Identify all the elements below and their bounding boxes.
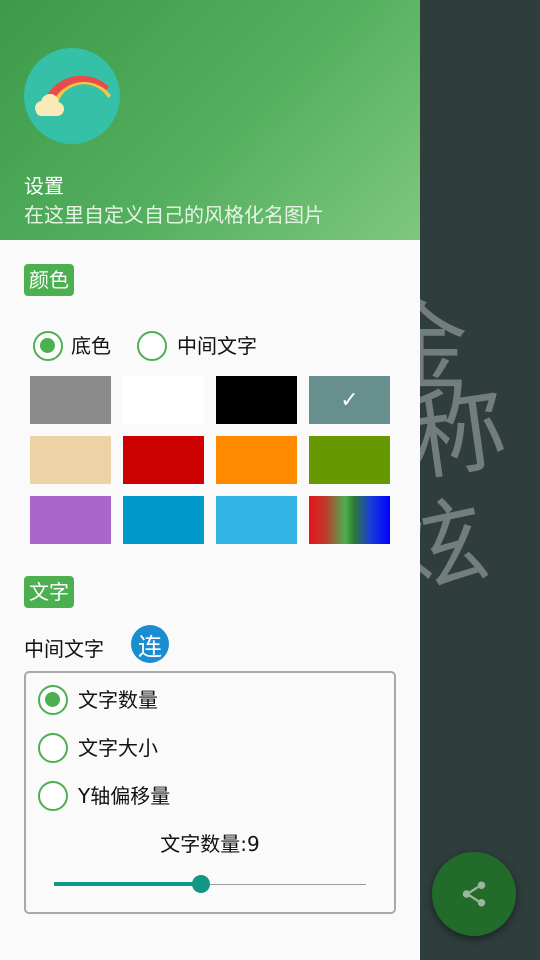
radio-text-count[interactable]: [38, 685, 68, 715]
radio-middle-text[interactable]: [137, 331, 167, 361]
color-swatch[interactable]: [123, 376, 204, 424]
color-section-badge: 颜色: [24, 264, 74, 296]
color-swatch[interactable]: [309, 496, 390, 544]
radio-y-offset-label[interactable]: Y轴偏移量: [78, 781, 170, 811]
slider-thumb[interactable]: [191, 875, 210, 893]
text-section-badge: 文字: [24, 576, 74, 608]
share-button[interactable]: [432, 852, 516, 936]
color-swatch[interactable]: [123, 496, 204, 544]
color-swatch[interactable]: [216, 436, 297, 484]
radio-text-size[interactable]: [38, 733, 68, 763]
radio-text-size-label[interactable]: 文字大小: [78, 733, 158, 763]
selected-check-icon: ✓: [340, 387, 359, 413]
radio-text-count-label[interactable]: 文字数量: [78, 685, 158, 715]
radio-middle-text-label[interactable]: 中间文字: [177, 331, 257, 361]
slider-track-filled[interactable]: [54, 882, 201, 886]
color-swatch[interactable]: ✓: [309, 376, 390, 424]
drawer-subtitle: 在这里自定义自己的风格化名图片: [24, 203, 324, 227]
middle-text-label: 中间文字: [24, 637, 104, 661]
settings-drawer: 设置 在这里自定义自己的风格化名图片 颜色 底色 中间文字 ✓ 文字 中间文字 …: [0, 0, 420, 960]
background-glyph: 称: [420, 370, 514, 496]
color-swatch[interactable]: [216, 496, 297, 544]
radio-background-color[interactable]: [33, 331, 63, 361]
color-swatch[interactable]: [30, 496, 111, 544]
background-app-content: 金 称 炫: [420, 0, 540, 960]
drawer-title: 设置: [24, 174, 64, 198]
color-swatch[interactable]: [216, 376, 297, 424]
color-swatch[interactable]: [309, 436, 390, 484]
radio-y-offset[interactable]: [38, 781, 68, 811]
rainbow-avatar-icon: [24, 48, 120, 144]
share-icon: [462, 881, 486, 907]
drawer-header: 设置 在这里自定义自己的风格化名图片: [0, 0, 420, 240]
radio-background-color-label[interactable]: 底色: [71, 331, 111, 361]
color-swatch[interactable]: [30, 436, 111, 484]
color-swatch[interactable]: [30, 376, 111, 424]
color-swatch[interactable]: [123, 436, 204, 484]
middle-text-value-button[interactable]: 连: [131, 625, 169, 663]
background-glyph: 炫: [420, 483, 497, 613]
text-count-readout: 文字数量:9: [160, 832, 260, 856]
